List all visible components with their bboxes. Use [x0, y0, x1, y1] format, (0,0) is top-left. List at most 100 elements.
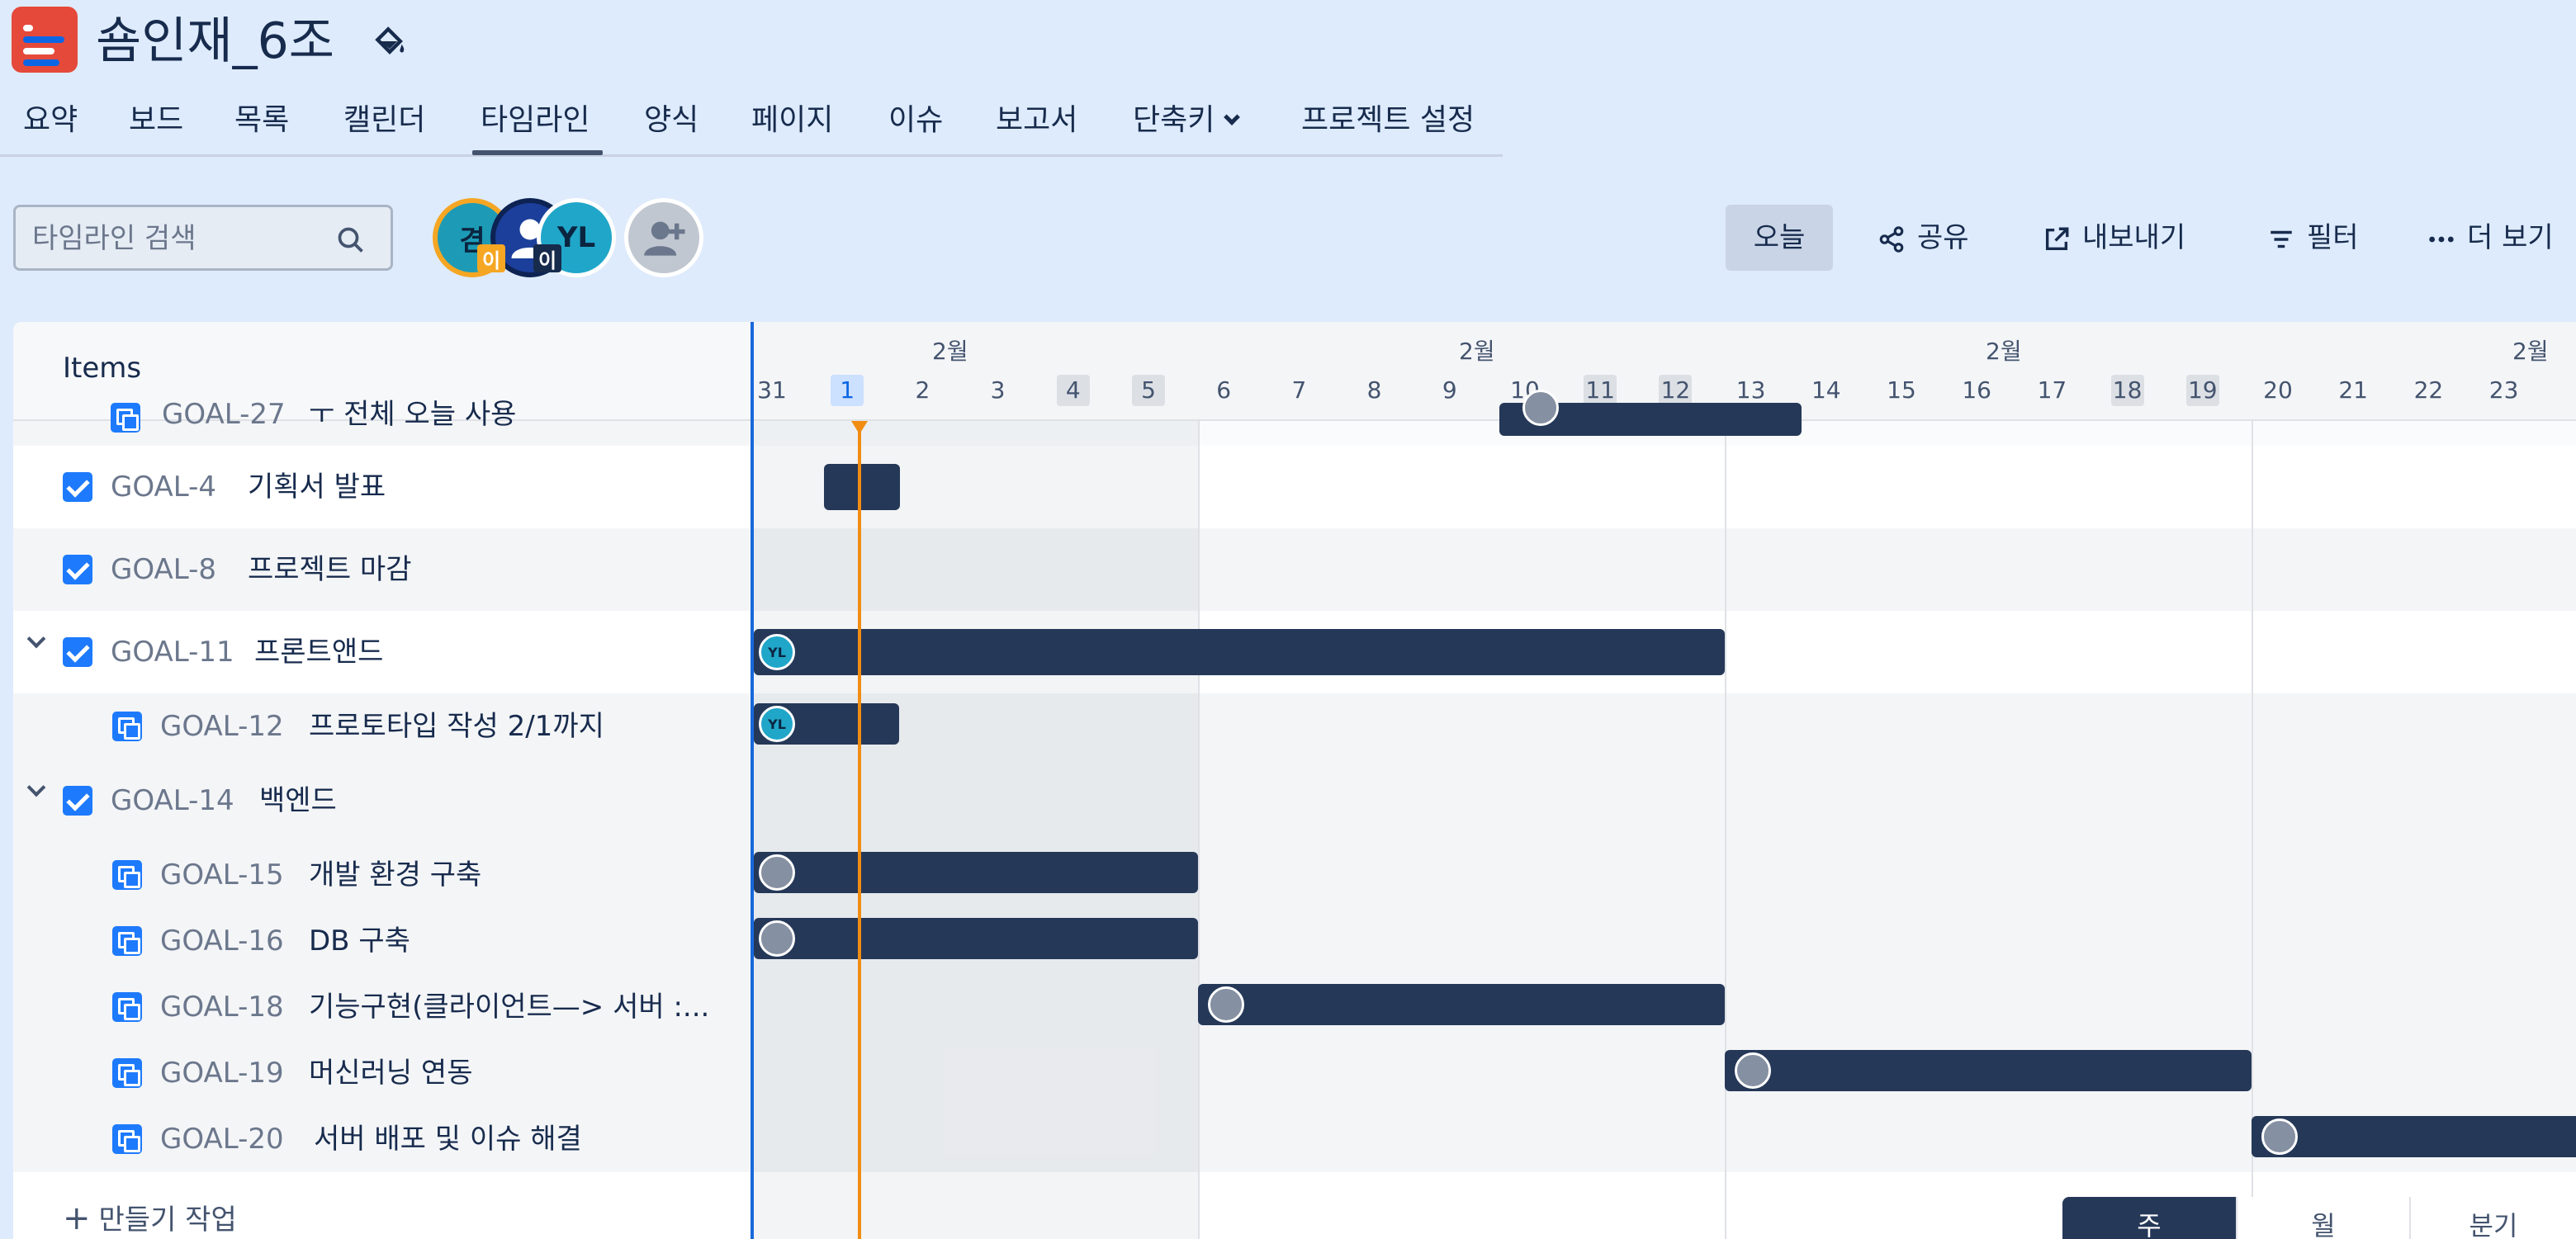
timeline-bar[interactable]: [754, 918, 1198, 959]
timeline-bar[interactable]: [1198, 984, 1725, 1025]
tab-forms[interactable]: 양식: [644, 101, 698, 140]
zoom-week-button[interactable]: 주: [2062, 1197, 2236, 1239]
paint-bucket-icon[interactable]: [372, 23, 408, 59]
project-title: 숌인재_6조: [96, 12, 334, 70]
timeline-bar[interactable]: YL: [754, 703, 899, 745]
timeline-bar[interactable]: [1725, 1050, 2252, 1091]
filter-button[interactable]: 필터: [2267, 205, 2359, 271]
issue-key[interactable]: GOAL-20: [160, 1121, 284, 1157]
export-button[interactable]: 내보내기: [2043, 205, 2185, 271]
tab-shortcuts[interactable]: 단축키: [1133, 101, 1241, 140]
tab-reports[interactable]: 보고서: [996, 101, 1077, 140]
issue-key[interactable]: GOAL-14: [111, 783, 234, 819]
issue-summary[interactable]: 프로토타입 작성 2/1까지: [309, 708, 604, 745]
day-label: 8: [1366, 376, 1382, 404]
month-label: 2월: [1986, 338, 2022, 365]
issue-key[interactable]: GOAL-15: [160, 857, 284, 893]
active-tab-indicator: [472, 150, 603, 155]
chevron-down-icon: [1224, 109, 1241, 125]
month-label: 2월: [932, 338, 968, 365]
timeline-edge-line: [751, 322, 754, 1239]
day-label: 13: [1735, 376, 1766, 404]
tab-summary[interactable]: 요약: [23, 101, 78, 140]
issue-summary[interactable]: DB 구축: [309, 923, 410, 959]
epic-checkbox-icon: [63, 555, 92, 584]
assignee-avatar: [1208, 986, 1244, 1023]
tab-board[interactable]: 보드: [129, 101, 183, 140]
tab-pages[interactable]: 페이지: [751, 101, 833, 140]
assignee-avatar: [1522, 390, 1559, 426]
tab-issues[interactable]: 이슈: [888, 101, 943, 140]
month-label: 2월: [2512, 338, 2549, 365]
timeline-bar[interactable]: [1499, 390, 1802, 436]
items-header-label: Items: [63, 352, 142, 385]
issue-summary[interactable]: 개발 환경 구축: [309, 857, 481, 893]
tab-timeline[interactable]: 타임라인: [481, 101, 590, 140]
day-label: 14: [1811, 376, 1841, 404]
day-label: 18: [2110, 375, 2144, 406]
share-icon: [1879, 225, 1904, 253]
subtask-icon: [112, 712, 142, 741]
project-logo[interactable]: [12, 7, 78, 73]
tab-calendar[interactable]: 캘린더: [343, 101, 425, 140]
day-label: 1: [831, 375, 864, 406]
issue-key[interactable]: GOAL-16: [160, 923, 284, 959]
day-label: 12: [1659, 375, 1693, 406]
assignee-avatar: YL: [759, 634, 795, 670]
filter-label: 필터: [2307, 221, 2359, 254]
day-label: 3: [990, 376, 1006, 404]
issue-summary[interactable]: 프론트앤드: [254, 634, 383, 670]
issue-summary[interactable]: 프로젝트 마감: [248, 551, 412, 588]
assignee-avatar: [2261, 1118, 2298, 1155]
issue-key[interactable]: GOAL-4: [111, 469, 216, 505]
avatar-badge: 이: [533, 244, 561, 272]
issue-key[interactable]: GOAL-11: [111, 634, 234, 670]
assignee-avatar: YL: [759, 706, 795, 742]
add-people-button[interactable]: [624, 198, 703, 277]
today-line: [858, 421, 861, 1239]
timeline-bar[interactable]: [754, 852, 1198, 893]
issue-summary[interactable]: 기획서 발표: [248, 469, 386, 505]
issue-key[interactable]: GOAL-12: [160, 708, 284, 745]
tab-project-settings[interactable]: 프로젝트 설정: [1301, 101, 1475, 140]
day-label: 15: [1887, 376, 1916, 404]
share-button[interactable]: 공유: [1878, 205, 1969, 271]
external-link-icon: [2045, 227, 2069, 250]
filter-icon: [2271, 230, 2292, 248]
today-marker: [851, 421, 868, 434]
issue-summary[interactable]: 기능구현(클라이언트—> 서버 :...: [309, 989, 709, 1025]
timeline-search-input[interactable]: 타임라인 검색: [13, 205, 393, 271]
issue-summary[interactable]: ㅜ 전체 오늘 사용: [309, 396, 516, 433]
subtask-icon: [111, 403, 140, 433]
month-label: 2월: [1459, 338, 1495, 365]
today-button[interactable]: 오늘: [1726, 205, 1833, 271]
day-label: 2: [915, 376, 930, 404]
export-label: 내보내기: [2082, 221, 2186, 254]
issue-key[interactable]: GOAL-8: [111, 551, 216, 588]
day-label: 7: [1291, 376, 1307, 404]
tab-list[interactable]: 목록: [234, 101, 289, 140]
zoom-quarter-button[interactable]: 분기: [2409, 1197, 2576, 1239]
day-label: 19: [2185, 375, 2219, 406]
add-person-icon: [644, 221, 685, 256]
issue-key[interactable]: GOAL-18: [160, 989, 284, 1025]
subtask-icon: [112, 926, 142, 956]
day-label: 20: [2263, 376, 2293, 404]
assignee-avatar: [1735, 1052, 1771, 1089]
issue-summary[interactable]: 서버 배포 및 이슈 해결: [314, 1121, 582, 1157]
issue-key[interactable]: GOAL-27: [162, 396, 286, 433]
day-label: 31: [757, 376, 787, 404]
issue-key[interactable]: GOAL-19: [160, 1055, 284, 1091]
create-issue-button[interactable]: + 만들기 작업: [63, 1197, 237, 1237]
more-button[interactable]: 더 보기: [2427, 205, 2554, 271]
week-divider: [1725, 421, 1726, 1239]
timeline-bar[interactable]: YL: [754, 629, 1725, 675]
timeline-bar[interactable]: [824, 464, 900, 510]
day-label: 9: [1442, 376, 1457, 404]
timeline-bar[interactable]: [2252, 1116, 2576, 1157]
issue-summary[interactable]: 머신러닝 연동: [309, 1055, 473, 1091]
zoom-month-button[interactable]: 월: [2236, 1197, 2409, 1239]
more-dots-icon: [2429, 236, 2454, 242]
issue-summary[interactable]: 백엔드: [259, 783, 337, 819]
assignee-avatar: [759, 920, 795, 957]
